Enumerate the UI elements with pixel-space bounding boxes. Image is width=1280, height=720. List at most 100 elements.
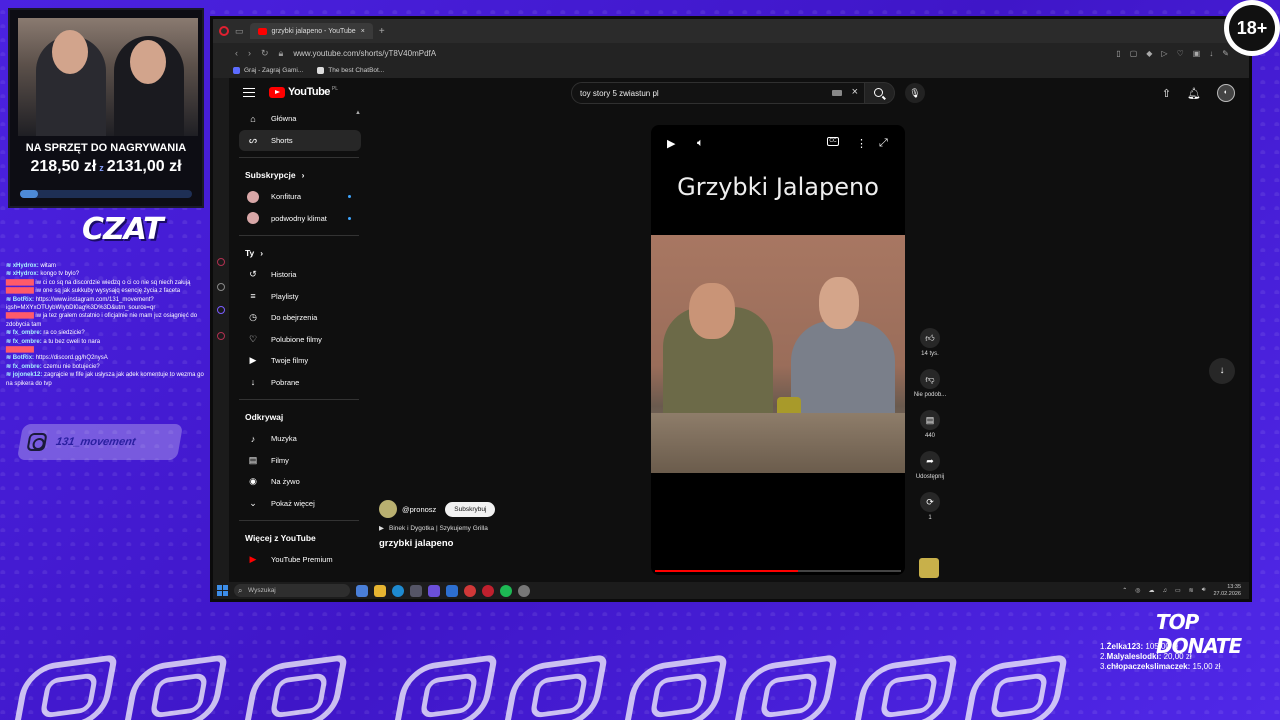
account-avatar[interactable]: ◐ xyxy=(1217,84,1235,102)
donor-name: Malyaleslodki: xyxy=(1106,652,1162,661)
play-icon[interactable]: ▷ xyxy=(1161,49,1167,58)
play-icon[interactable]: ▶ xyxy=(667,137,675,150)
sidebar-item-muzyka[interactable]: ♪ Muzyka xyxy=(239,428,361,450)
taskbar-search[interactable]: Wyszukaj xyxy=(234,584,350,597)
subscription-item[interactable]: podwodny klimat xyxy=(239,208,361,230)
menu-icon[interactable] xyxy=(243,88,255,97)
scroll-up-icon[interactable]: ▲ xyxy=(355,110,361,116)
wallet-icon[interactable]: ▣ xyxy=(1193,49,1201,58)
you-heading[interactable]: Ty › xyxy=(229,242,369,264)
mic-tray-icon[interactable]: ♫ xyxy=(1162,588,1167,594)
sidebar-item-youtube-premium[interactable]: ▶ YouTube Premium xyxy=(239,549,361,571)
like-button[interactable]: 👍︎ xyxy=(920,328,940,348)
video-progress-bar[interactable] xyxy=(655,570,901,572)
channel-avatar[interactable] xyxy=(379,500,397,518)
new-tab-icon[interactable]: + xyxy=(379,26,385,37)
opera-taskbar-icon[interactable] xyxy=(482,584,494,597)
sidebar-item-twoje-filmy[interactable]: ▶ Twoje filmy xyxy=(239,350,361,372)
sidebar-item-historia[interactable]: ↺ Historia xyxy=(239,264,361,286)
upload-icon[interactable]: ⇧ xyxy=(1162,87,1171,100)
settings-gear-icon[interactable] xyxy=(518,584,530,597)
comments-button[interactable]: ▤ xyxy=(920,410,940,430)
sidebar-item-polubione-filmy[interactable]: ♡ Polubione filmy xyxy=(239,329,361,351)
search-button[interactable] xyxy=(865,82,895,104)
sidebar-item-label: Pobrane xyxy=(271,377,300,387)
next-short-button[interactable]: ↓ xyxy=(1209,358,1235,384)
sidebar-item-g-wna[interactable]: ⌂ Główna xyxy=(239,108,361,130)
tray-chevron-icon[interactable]: ⌃ xyxy=(1122,587,1127,594)
history-icon[interactable] xyxy=(217,332,225,340)
chevron-down-icon: ⌄ xyxy=(249,497,257,508)
volume-icon[interactable]: 🔈︎ xyxy=(697,137,704,150)
forward-icon[interactable]: › xyxy=(248,48,251,58)
mail-icon[interactable] xyxy=(446,584,458,597)
tab-title: grzybki jalapeno - YouTube xyxy=(271,27,356,35)
donor-name: chłopaczekslimaczek: xyxy=(1106,662,1191,671)
subscription-item[interactable]: Konfitura xyxy=(239,186,361,208)
back-icon[interactable]: ‹ xyxy=(235,48,238,58)
sidebar-item-shorts[interactable]: ᔕ Shorts xyxy=(239,129,361,151)
fullscreen-icon[interactable]: ⤢ xyxy=(879,137,888,150)
settings-icon[interactable] xyxy=(217,283,225,291)
close-tab-icon[interactable]: × xyxy=(361,28,365,35)
bookmark-icon[interactable]: ▯ xyxy=(1116,49,1120,58)
sidebar-item-poka-wi-cej[interactable]: ⌄ Pokaż więcej xyxy=(239,493,361,515)
channel-handle[interactable]: @pronosz xyxy=(402,505,436,514)
ai-icon[interactable]: ✎ xyxy=(1222,49,1229,58)
channel-avatar xyxy=(247,212,259,225)
file-explorer-icon[interactable] xyxy=(374,584,386,597)
windows-start-icon[interactable] xyxy=(217,585,228,596)
bookmark-item[interactable]: The best ChatBot... xyxy=(317,66,384,74)
edge-icon[interactable] xyxy=(392,584,404,597)
youtube-logo[interactable]: YouTube PL xyxy=(269,86,338,98)
chevron-right-icon: › xyxy=(260,248,264,258)
copilot-icon[interactable] xyxy=(356,584,368,597)
chat-message: ▇▇▇▇▇▇ iw one sq jak sukkuby wysysajq es… xyxy=(6,287,204,295)
dislike-button[interactable]: 👎︎ xyxy=(920,369,940,389)
notifications-bell-icon[interactable]: 🔔︎ xyxy=(1187,87,1201,100)
taskbar-clock[interactable]: 13:35 27.02.2026 xyxy=(1213,584,1241,598)
search-input[interactable]: toy story 5 zwiastun pl × xyxy=(571,82,865,104)
more-from-youtube-heading[interactable]: Więcej z YouTube xyxy=(229,527,369,549)
messenger-icon[interactable] xyxy=(217,258,225,266)
sidebar-item-playlisty[interactable]: ≡ Playlisty xyxy=(239,286,361,308)
bookmark-item[interactable]: Graj - Zagraj Gami... xyxy=(233,66,303,74)
snapshot-icon[interactable]: ▢ xyxy=(1130,49,1138,58)
subscriptions-heading[interactable]: Subskrypcje › xyxy=(229,164,369,186)
subscribe-button[interactable]: Subskrybuj xyxy=(445,501,496,517)
speaker-icon[interactable]: 🔊︎ xyxy=(1202,587,1206,594)
remix-count: 1 xyxy=(928,515,932,521)
app-icon[interactable] xyxy=(428,584,440,597)
shorts-player[interactable]: ▶ 🔈︎ CC ⋮ ⤢ Grzybki Jalapeno xyxy=(651,125,905,575)
sidebar-item-filmy[interactable]: ▤ Filmy xyxy=(239,450,361,472)
sound-thumbnail[interactable] xyxy=(919,558,939,578)
wifi-icon[interactable]: ≋ xyxy=(1189,587,1194,594)
keyboard-icon[interactable] xyxy=(832,90,842,96)
voice-search-button[interactable]: 🎙︎ xyxy=(905,83,925,103)
opera-browser-icon[interactable] xyxy=(219,26,229,36)
url-field[interactable]: www.youtube.com/shorts/yT8V40mPdfA xyxy=(293,49,436,58)
more-options-icon[interactable]: ⋮ xyxy=(856,137,867,150)
store-icon[interactable] xyxy=(410,584,422,597)
download-icon[interactable]: ↓ xyxy=(1209,49,1213,58)
tray-app-icon[interactable]: ◎ xyxy=(1135,587,1140,594)
sidebar-item-na-ywo[interactable]: ◉ Na żywo xyxy=(239,471,361,493)
sidebar-item-do-obejrzenia[interactable]: ◷ Do obejrzenia xyxy=(239,307,361,329)
battery-icon[interactable]: ▭ xyxy=(1175,587,1181,594)
tab-menu-icon[interactable]: ▭ xyxy=(235,26,244,37)
tab-youtube[interactable]: grzybki jalapeno - YouTube × xyxy=(249,23,373,39)
cloud-icon[interactable]: ☁ xyxy=(1148,587,1154,594)
heart-icon[interactable]: ♡ xyxy=(1177,49,1184,58)
captions-icon[interactable]: CC xyxy=(827,137,839,146)
share-button[interactable]: ➦ xyxy=(920,451,940,471)
audio-track[interactable]: ▶ Binek i Dygotka | Szykujemy Grilla xyxy=(379,524,495,533)
spotify-icon[interactable] xyxy=(500,584,512,597)
shield-icon[interactable]: ◆ xyxy=(1146,49,1152,58)
remix-button[interactable]: ⟳ xyxy=(920,492,940,512)
obs-icon[interactable] xyxy=(464,584,476,597)
explore-heading[interactable]: Odkrywaj xyxy=(229,406,369,428)
clear-search-icon[interactable]: × xyxy=(852,86,858,98)
reload-icon[interactable]: ↻ xyxy=(261,48,269,59)
discord-icon[interactable] xyxy=(217,306,225,314)
sidebar-item-pobrane[interactable]: ↓ Pobrane xyxy=(239,372,361,394)
